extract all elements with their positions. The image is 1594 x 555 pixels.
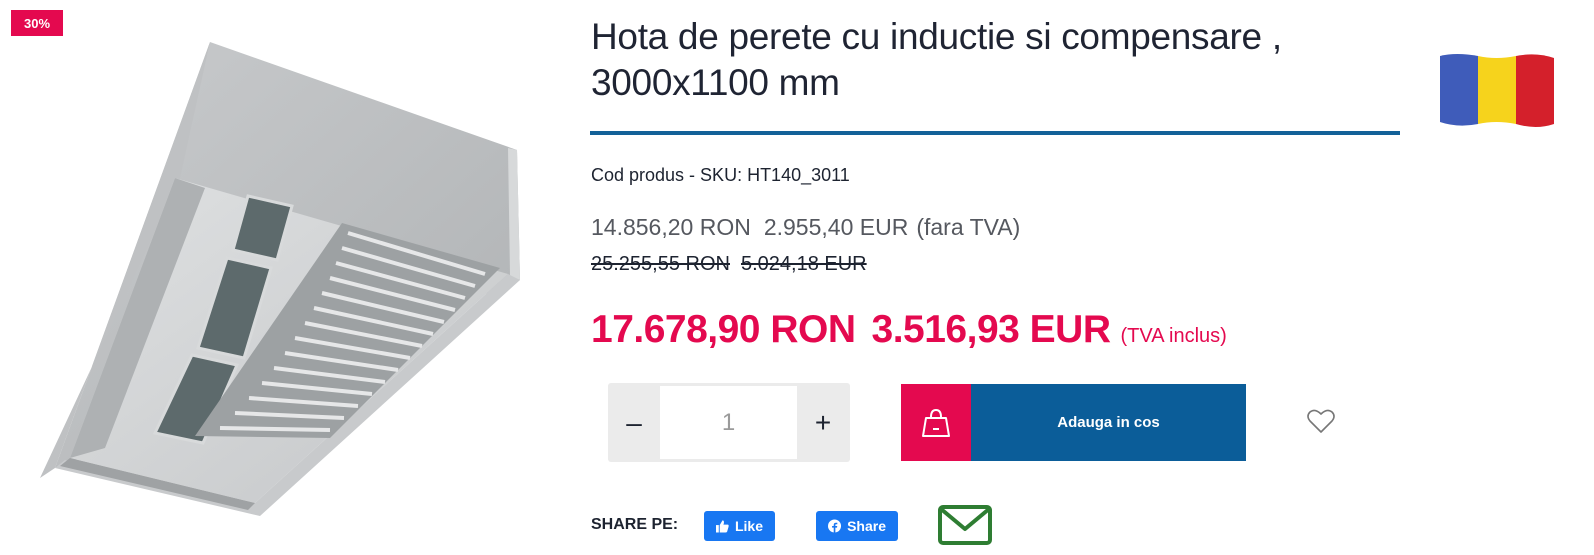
final-price-eur: 3.516,93 EUR <box>871 308 1112 351</box>
facebook-share-button[interactable]: Share <box>816 511 898 541</box>
price-net-eur: 2.955,40 EUR <box>763 214 909 240</box>
envelope-icon[interactable] <box>938 503 992 547</box>
facebook-share-label: Share <box>847 518 886 534</box>
price-without-vat: 14.856,20 RON 2.955,40 EUR (fara TVA) <box>591 214 1020 241</box>
old-price-ron: 25.255,55 RON <box>591 253 730 275</box>
heart-icon[interactable] <box>1306 407 1336 435</box>
title-divider <box>590 131 1400 135</box>
product-title: Hota de perete cu inductie si compensare… <box>591 16 1282 103</box>
shopping-bag-icon <box>901 384 971 461</box>
old-price-eur: 5.024,18 EUR <box>740 253 867 275</box>
price-net-ron: 14.856,20 RON <box>591 214 751 240</box>
share-label: SHARE PE: <box>591 516 679 533</box>
add-to-cart-label: Adauga in cos <box>971 384 1246 461</box>
romania-flag-icon[interactable] <box>1436 52 1558 128</box>
product-image[interactable] <box>30 38 550 528</box>
facebook-like-button[interactable]: Like <box>704 511 775 541</box>
discount-badge: 30% <box>11 10 63 36</box>
facebook-like-label: Like <box>734 518 763 534</box>
quantity-input[interactable] <box>660 386 797 459</box>
price-net-note: (fara TVA) <box>916 214 1021 240</box>
quantity-decrease-button[interactable]: – <box>608 383 660 462</box>
add-to-cart-button[interactable]: Adauga in cos <box>901 384 1246 461</box>
quantity-increase-button[interactable]: + <box>797 383 849 462</box>
product-sku: Cod produs - SKU: HT140_3011 <box>591 165 850 185</box>
old-price: 25.255,55 RON 5.024,18 EUR <box>591 253 867 276</box>
final-price: 17.678,90 RON 3.516,93 EUR (TVA inclus) <box>591 308 1227 352</box>
quantity-stepper: – + <box>608 383 850 462</box>
thumbs-up-icon <box>716 520 729 533</box>
final-price-ron: 17.678,90 RON <box>591 308 856 351</box>
facebook-icon <box>828 519 842 533</box>
final-price-note: (TVA inclus) <box>1120 325 1227 347</box>
